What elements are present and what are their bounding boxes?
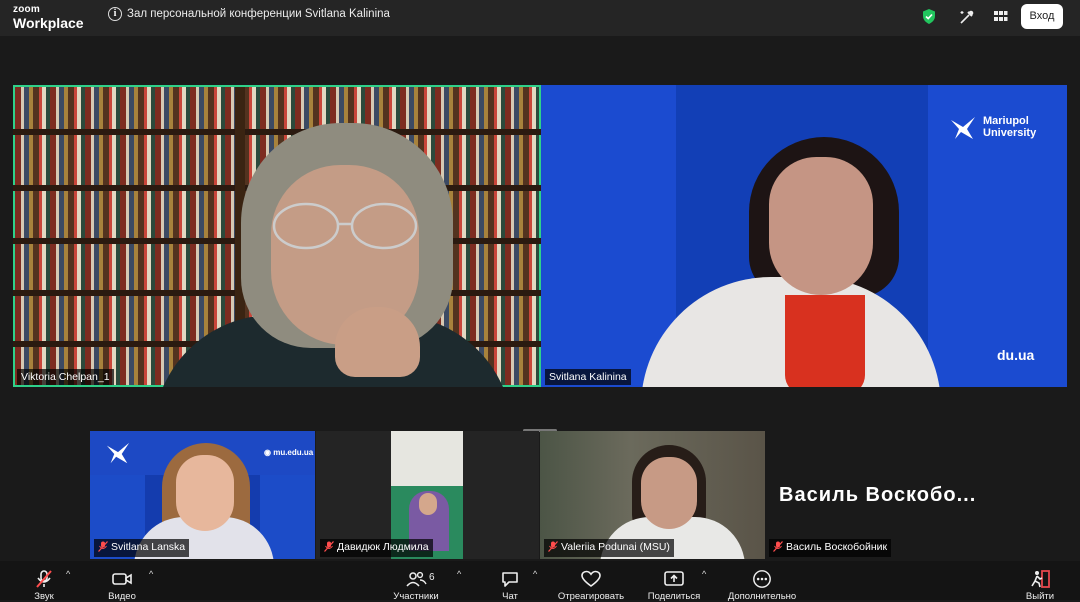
brand-top: zoom	[13, 4, 40, 15]
react-label: Отреагировать	[557, 591, 625, 602]
participants-options-caret[interactable]: ^	[457, 569, 461, 579]
more-label: Дополнительно	[727, 591, 797, 602]
participant-display-name-vasyl: Василь Воскобо...	[779, 484, 977, 506]
react-button[interactable]: Отреагировать	[553, 561, 629, 602]
participants-label: Участники	[393, 591, 439, 602]
shield-icon[interactable]	[921, 8, 937, 30]
leave-button[interactable]: Выйти	[1020, 561, 1060, 602]
share-label: Поделиться	[647, 591, 701, 602]
leave-label: Выйти	[1025, 591, 1055, 602]
camera-icon	[112, 573, 132, 585]
more-icon	[753, 570, 771, 588]
chat-icon	[502, 572, 518, 587]
video-tile-svitlana-kalinina[interactable]: Mariupol University du.ua Svitlana Kalin…	[541, 85, 1067, 387]
meeting-title: Зал персональной конференции Svitlana Ka…	[127, 8, 390, 20]
video-tile-svitlana-lanska[interactable]: ◉ mu.edu.ua Svitlana Lanska	[90, 431, 315, 559]
video-button[interactable]: Видео	[100, 561, 144, 602]
meeting-toolbar: Звук ^ Видео ^ Участники 6 ^ Чат ^ Отреа…	[0, 561, 1080, 602]
participant-name-svitlana-kalinina: Svitlana Kalinina	[545, 369, 631, 385]
chat-options-caret[interactable]: ^	[533, 569, 537, 579]
gallery-view-icon[interactable]	[992, 8, 1009, 30]
participant-name-davydiuk: Давидюк Людмила	[320, 539, 433, 557]
bird-logo-icon	[106, 442, 130, 464]
picker-icon[interactable]	[958, 8, 976, 31]
audio-options-caret[interactable]: ^	[66, 569, 70, 579]
chat-button[interactable]: Чат	[492, 561, 528, 602]
signin-button[interactable]: Вход	[1021, 4, 1063, 29]
logo-line1: Mariupol	[983, 115, 1029, 127]
participants-count: 6	[429, 572, 435, 583]
url-text: ◉ mu.edu.ua	[264, 448, 314, 457]
participant-name-svitlana-lanska: Svitlana Lanska	[94, 539, 190, 557]
participants-button[interactable]: Участники	[388, 561, 444, 602]
participants-icon	[406, 571, 427, 587]
heart-icon	[581, 570, 601, 587]
video-tile-valeriia[interactable]: Valeriia Podunai (MSU)	[540, 431, 765, 559]
muted-mic-icon	[548, 541, 558, 555]
muted-mic-icon	[36, 570, 52, 588]
zoom-logo: zoom Workplace	[13, 4, 84, 31]
url-fragment: du.ua	[997, 347, 1035, 363]
participant-name-viktoria: Viktoria Chelpan_1	[17, 369, 114, 385]
muted-mic-icon	[773, 541, 783, 555]
video-tile-viktoria[interactable]: Viktoria Chelpan_1	[13, 85, 541, 387]
leave-icon	[1031, 570, 1050, 588]
participant-name-valeriia: Valeriia Podunai (MSU)	[544, 539, 674, 557]
logo-line2: University	[983, 127, 1037, 139]
info-icon[interactable]: i	[108, 7, 122, 21]
share-options-caret[interactable]: ^	[702, 569, 706, 579]
video-options-caret[interactable]: ^	[149, 569, 153, 579]
share-screen-icon	[664, 571, 684, 586]
muted-mic-icon	[324, 541, 334, 555]
audio-label: Звук	[34, 591, 54, 602]
participant-name-vasyl: Василь Воскобойник	[769, 539, 892, 557]
video-label: Видео	[108, 591, 136, 602]
more-button[interactable]: Дополнительно	[720, 561, 804, 602]
muted-mic-icon	[98, 541, 108, 555]
share-button[interactable]: Поделиться	[642, 561, 706, 602]
university-logo: Mariupol University	[949, 113, 1049, 145]
chat-label: Чат	[502, 591, 518, 602]
top-bar: zoom Workplace i Зал персональной конфер…	[0, 0, 1080, 36]
audio-button[interactable]: Звук	[22, 561, 66, 602]
brand-bottom: Workplace	[13, 15, 84, 31]
video-tile-davydiuk[interactable]: Давидюк Людмила	[316, 431, 539, 559]
